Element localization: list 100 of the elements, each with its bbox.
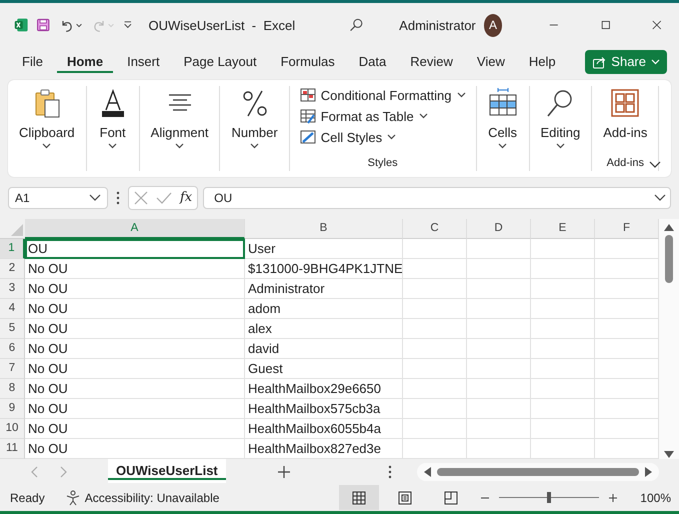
add-sheet-icon[interactable] (278, 466, 290, 478)
empty-cell[interactable] (403, 298, 467, 319)
empty-cell[interactable] (403, 358, 467, 379)
table-cell[interactable]: No OU (25, 278, 245, 299)
row-header[interactable]: 5 (0, 318, 25, 339)
empty-cell[interactable] (403, 318, 467, 339)
ribbon-button[interactable]: Add-ins (600, 86, 650, 140)
ribbon-button[interactable]: Clipboard (16, 86, 78, 149)
table-cell[interactable]: No OU (25, 338, 245, 359)
zoom-in-icon[interactable] (609, 494, 617, 502)
ribbon-tab[interactable]: Data (348, 50, 396, 74)
ribbon-tab[interactable]: Page Layout (174, 50, 267, 74)
table-cell[interactable]: HealthMailbox575cb3a (245, 398, 403, 419)
table-cell[interactable]: No OU (25, 398, 245, 419)
empty-cell[interactable] (467, 418, 531, 439)
empty-cell[interactable] (531, 318, 595, 339)
insert-function-button[interactable]: fx (180, 190, 192, 206)
empty-cell[interactable] (531, 418, 595, 439)
empty-cell[interactable] (403, 278, 467, 299)
cancel-icon[interactable] (134, 190, 148, 205)
row-header[interactable]: 4 (0, 298, 25, 319)
accessibility-status[interactable]: Accessibility: Unavailable (84, 490, 220, 505)
table-cell[interactable]: User (245, 238, 403, 259)
row-header[interactable]: 10 (0, 418, 25, 439)
row-header[interactable]: 3 (0, 278, 25, 299)
empty-cell[interactable] (531, 298, 595, 319)
ribbon-tab[interactable]: Formulas (270, 50, 345, 74)
table-cell[interactable]: No OU (25, 298, 245, 319)
table-cell[interactable]: HealthMailbox29e6650 (245, 378, 403, 399)
row-header[interactable]: 9 (0, 398, 25, 419)
table-cell[interactable]: david (245, 338, 403, 359)
empty-cell[interactable] (403, 338, 467, 359)
ribbon-button[interactable]: Alignment (148, 86, 212, 149)
table-cell[interactable]: No OU (25, 358, 245, 379)
close-icon[interactable] (652, 19, 662, 32)
table-cell[interactable]: HealthMailbox6055b4a (245, 418, 403, 439)
empty-cell[interactable] (531, 238, 595, 259)
row-header[interactable]: 2 (0, 258, 25, 279)
name-box[interactable]: A1 (8, 186, 108, 209)
empty-cell[interactable] (467, 338, 531, 359)
row-header[interactable]: 1 (0, 238, 25, 259)
scrollbar-thumb[interactable] (665, 234, 673, 283)
select-all-icon[interactable] (11, 224, 23, 236)
row-header[interactable]: 7 (0, 358, 25, 379)
empty-cell[interactable] (531, 258, 595, 279)
scroll-right-icon[interactable] (645, 466, 653, 477)
empty-cell[interactable] (467, 238, 531, 259)
row-header[interactable]: 8 (0, 378, 25, 399)
empty-cell[interactable] (531, 278, 595, 299)
empty-cell[interactable] (403, 398, 467, 419)
ribbon-tab[interactable]: Review (400, 50, 463, 74)
column-header[interactable]: A (25, 218, 245, 239)
column-header[interactable]: C (403, 218, 467, 239)
more-icon[interactable] (388, 464, 392, 479)
empty-cell[interactable] (467, 298, 531, 319)
empty-cell[interactable] (467, 318, 531, 339)
ribbon-tab[interactable]: Insert (117, 50, 170, 74)
collapse-ribbon-icon[interactable] (649, 160, 661, 169)
ribbon-tab[interactable]: View (466, 50, 515, 74)
table-cell[interactable]: No OU (25, 258, 245, 279)
table-cell[interactable]: No OU (25, 418, 245, 439)
avatar[interactable]: A (484, 14, 502, 37)
column-header[interactable]: E (531, 218, 595, 239)
empty-cell[interactable] (531, 338, 595, 359)
scrollbar-thumb[interactable] (437, 468, 639, 476)
more-icon[interactable] (116, 190, 120, 205)
column-header[interactable]: B (245, 218, 403, 239)
table-cell[interactable]: $131000-9BHG4PK1JTNE (245, 258, 403, 279)
empty-cell[interactable] (467, 258, 531, 279)
empty-cell[interactable] (467, 378, 531, 399)
empty-cell[interactable] (467, 358, 531, 379)
ribbon-button[interactable]: Editing (538, 86, 584, 149)
empty-cell[interactable] (531, 358, 595, 379)
column-header[interactable]: F (595, 218, 659, 239)
table-cell[interactable]: adom (245, 298, 403, 319)
confirm-icon[interactable] (156, 190, 172, 205)
table-cell[interactable]: No OU (25, 378, 245, 399)
empty-cell[interactable] (531, 398, 595, 419)
share-button[interactable]: Share (585, 50, 667, 74)
empty-cell[interactable] (403, 258, 467, 279)
excel-logo-icon[interactable] (14, 16, 28, 34)
ribbon-button[interactable]: Conditional Formatting (298, 88, 468, 103)
ribbon-button[interactable]: Cell Styles (298, 130, 468, 145)
ribbon-tab[interactable]: File (12, 50, 53, 74)
view-button[interactable] (339, 485, 379, 510)
empty-cell[interactable] (531, 378, 595, 399)
empty-cell[interactable] (403, 418, 467, 439)
table-cell[interactable]: OU (25, 238, 245, 259)
maximize-icon[interactable] (600, 19, 610, 32)
empty-cell[interactable] (403, 378, 467, 399)
previous-sheet-icon[interactable] (30, 466, 38, 478)
scroll-up-icon[interactable] (664, 222, 674, 231)
table-cell[interactable]: alex (245, 318, 403, 339)
formula-field[interactable]: OU (203, 186, 671, 209)
ribbon-button[interactable]: Format as Table (298, 108, 468, 124)
row-header[interactable]: 6 (0, 338, 25, 359)
zoom-level[interactable]: 100% (635, 490, 671, 505)
column-header[interactable]: D (467, 218, 531, 239)
scroll-left-icon[interactable] (423, 466, 431, 477)
ribbon-tab[interactable]: Help (518, 50, 566, 74)
